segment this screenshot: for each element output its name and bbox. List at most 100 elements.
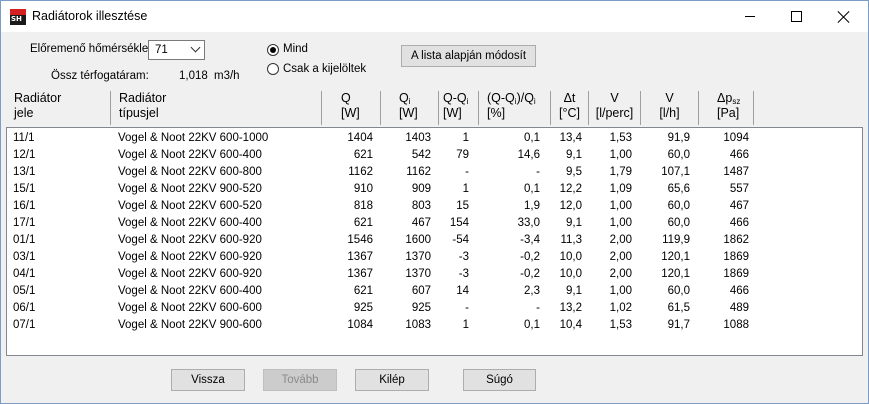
cell-radiator-type: Vogel & Noot 22KV 600-920 [118, 234, 262, 246]
cell-radiator-type: Vogel & Noot 22KV 600-600 [118, 302, 262, 314]
cell-q-minus-qi: 1 [462, 183, 469, 195]
cell-q: 925 [353, 302, 373, 314]
cell-flow-lpm: 1,00 [609, 200, 632, 212]
cell-flow-lpm: 1,79 [609, 166, 632, 178]
radiator-list[interactable]: 11/1 Vogel & Noot 22KV 600-1000 1404 1403 1 0… [6, 127, 863, 356]
column-header-flow-lph[interactable]: V [l/h] [641, 91, 699, 125]
cell-flow-lpm: 1,53 [609, 319, 632, 331]
column-header-radiator-id[interactable]: Radiátor jele [6, 91, 111, 125]
cell-pressure-drop: 1862 [723, 234, 749, 246]
table-row[interactable]: 07/1 Vogel & Noot 22KV 900-600 1084 1083 1 0,… [7, 318, 862, 334]
app-logo-icon: SH [10, 9, 26, 25]
table-row[interactable]: 17/1 Vogel & Noot 22KV 600-400 621 467 154 33… [7, 216, 862, 232]
cell-deviation-pct: 0,1 [524, 319, 540, 331]
cell-qi: 1162 [406, 166, 431, 178]
cell-q: 1084 [347, 319, 373, 331]
cell-qi: 1600 [405, 234, 431, 246]
help-button[interactable]: Súgó [463, 369, 536, 391]
cell-radiator-id: 16/1 [13, 200, 36, 212]
radio-all-label[interactable]: Mind [283, 43, 308, 55]
title-bar[interactable]: SH Radiátorok illesztése [1, 1, 868, 32]
cell-radiator-type: Vogel & Noot 22KV 600-920 [118, 268, 262, 280]
cell-qi: 542 [411, 149, 431, 161]
cell-radiator-id: 15/1 [13, 183, 36, 195]
column-header-title: Radiátor [14, 91, 62, 105]
cell-radiator-id: 17/1 [13, 217, 36, 229]
cell-radiator-id: 01/1 [13, 234, 36, 246]
column-header-unit: [W] [443, 106, 462, 120]
column-header-qi[interactable]: Qi [W] [381, 91, 439, 125]
cell-q-minus-qi: - [465, 166, 469, 178]
cell-pressure-drop: 1869 [723, 251, 749, 263]
cell-pressure-drop: 467 [729, 200, 749, 212]
cell-q: 1367 [347, 268, 373, 280]
cell-flow-lph: 60,0 [667, 285, 690, 297]
cell-q: 621 [353, 217, 373, 229]
cell-radiator-type: Vogel & Noot 22KV 600-520 [118, 200, 262, 212]
table-row[interactable]: 04/1 Vogel & Noot 22KV 600-920 1367 1370 -3 -… [7, 267, 862, 283]
next-button[interactable]: Tovább [263, 369, 337, 391]
flow-temp-label: Előremenő hőmérséklet: [30, 43, 155, 55]
column-header-delta-t[interactable]: Δt [°C] [551, 91, 589, 125]
cell-deviation-pct: -0,2 [520, 251, 540, 263]
table-row[interactable]: 05/1 Vogel & Noot 22KV 600-400 621 607 14 2,3… [7, 284, 862, 300]
cell-delta-t: 9,5 [566, 166, 582, 178]
table-header: Radiátor jele Radiátor típusjel Q [W] Qi [W] Q-Q… [6, 90, 863, 127]
column-header-unit: típusjel [119, 106, 159, 120]
minimize-button[interactable] [727, 1, 773, 32]
radio-selected-only[interactable] [267, 63, 279, 75]
cell-radiator-id: 13/1 [13, 166, 36, 178]
column-header-radiator-type[interactable]: Radiátor típusjel [111, 91, 322, 125]
table-row[interactable]: 12/1 Vogel & Noot 22KV 600-400 621 542 79 14,… [7, 148, 862, 164]
table-row[interactable]: 13/1 Vogel & Noot 22KV 600-800 1162 1162 - - 9… [7, 165, 862, 181]
cell-deviation-pct: 1,9 [524, 200, 540, 212]
maximize-button[interactable] [773, 1, 819, 32]
cell-delta-t: 12,0 [559, 200, 582, 212]
column-header-unit: [%] [487, 106, 506, 120]
column-header-q[interactable]: Q [W] [322, 91, 381, 125]
table-row[interactable]: 16/1 Vogel & Noot 22KV 600-520 818 803 15 1,9… [7, 199, 862, 215]
cell-q-minus-qi: -3 [458, 251, 469, 263]
table-row[interactable]: 03/1 Vogel & Noot 22KV 600-920 1367 1370 -3 -… [7, 250, 862, 266]
cell-q-minus-qi: 79 [456, 149, 469, 161]
cell-deviation-pct: 14,6 [517, 149, 540, 161]
cell-flow-lph: 65,6 [667, 183, 690, 195]
column-header-pressure-drop[interactable]: Δpsz [Pa] [699, 91, 754, 125]
cell-q: 1546 [347, 234, 373, 246]
cell-pressure-drop: 1094 [723, 132, 749, 144]
column-header-q-minus-qi[interactable]: Q-Qi [W] [439, 91, 479, 125]
cell-q-minus-qi: 1 [462, 132, 469, 144]
modify-by-list-button[interactable]: A lista alapján módosít [401, 45, 536, 67]
radio-selected-only-label[interactable]: Csak a kijelöltek [283, 63, 366, 75]
cell-radiator-type: Vogel & Noot 22KV 600-400 [118, 285, 262, 297]
table-row[interactable]: 06/1 Vogel & Noot 22KV 600-600 925 925 - - 13,… [7, 301, 862, 317]
back-button[interactable]: Vissza [171, 369, 245, 391]
cell-flow-lpm: 1,53 [609, 132, 632, 144]
cell-deviation-pct: - [536, 302, 540, 314]
cell-radiator-type: Vogel & Noot 22KV 900-520 [118, 183, 262, 195]
cell-pressure-drop: 466 [729, 149, 749, 161]
column-header-title: V [665, 91, 674, 105]
column-header-unit: [l/h] [659, 106, 680, 120]
close-button[interactable] [821, 1, 867, 32]
table-row[interactable]: 15/1 Vogel & Noot 22KV 900-520 910 909 1 0,1 1… [7, 182, 862, 198]
cell-delta-t: 13,4 [559, 132, 582, 144]
cell-pressure-drop: 489 [729, 302, 749, 314]
flow-temp-select[interactable]: 71 [148, 40, 205, 60]
minimize-icon [745, 16, 755, 17]
table-row[interactable]: 01/1 Vogel & Noot 22KV 600-920 1546 1600 -54… [7, 233, 862, 249]
column-header-deviation-pct[interactable]: (Q-Qi)/Qi [%] [479, 91, 551, 125]
cell-radiator-type: Vogel & Noot 22KV 900-600 [118, 319, 262, 331]
exit-button[interactable]: Kilép [355, 369, 429, 391]
column-header-flow-lpm[interactable]: V [l/perc] [589, 91, 641, 125]
cell-qi: 1403 [405, 132, 431, 144]
cell-q-minus-qi: 1 [462, 319, 469, 331]
cell-qi: 1370 [405, 268, 431, 280]
cell-q: 621 [353, 285, 373, 297]
table-row[interactable]: 11/1 Vogel & Noot 22KV 600-1000 1404 1403 1 0… [7, 131, 862, 147]
radio-all[interactable] [267, 44, 279, 56]
cell-pressure-drop: 466 [729, 285, 749, 297]
cell-flow-lph: 119,9 [662, 234, 690, 246]
cell-q: 1404 [347, 132, 373, 144]
cell-flow-lph: 61,5 [667, 302, 690, 314]
